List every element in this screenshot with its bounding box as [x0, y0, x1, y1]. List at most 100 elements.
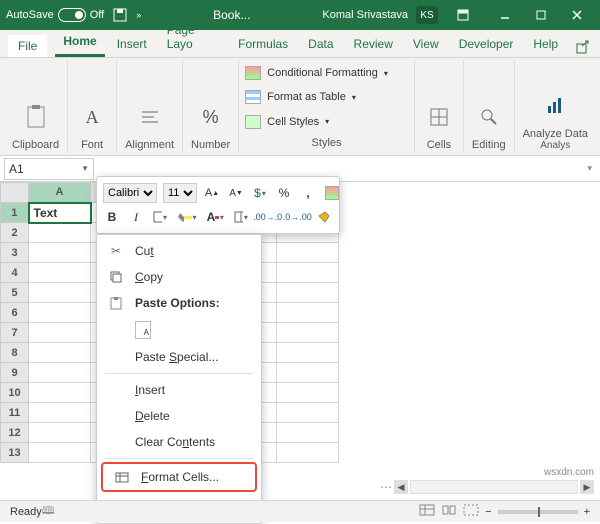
bold-button[interactable]: B	[103, 207, 121, 227]
scroll-track[interactable]	[410, 480, 578, 494]
tab-formulas[interactable]: Formulas	[230, 33, 296, 57]
menu-format-cells[interactable]: Format Cells...	[101, 462, 257, 492]
cell[interactable]	[277, 363, 339, 383]
cell[interactable]	[29, 323, 91, 343]
cell[interactable]	[29, 443, 91, 463]
format-painter-icon[interactable]	[315, 207, 333, 227]
group-cells[interactable]: Cells	[415, 60, 464, 153]
cell[interactable]	[29, 283, 91, 303]
group-alignment[interactable]: Alignment	[117, 60, 183, 153]
tab-home[interactable]: Home	[55, 30, 104, 57]
menu-insert[interactable]: Insert	[97, 377, 261, 403]
cell[interactable]	[29, 423, 91, 443]
row-header-6[interactable]: 6	[1, 303, 29, 323]
format-as-table-button[interactable]: Format as Table▾	[245, 88, 408, 106]
group-font[interactable]: A Font	[68, 60, 117, 153]
cell[interactable]	[29, 263, 91, 283]
formula-bar-expand[interactable]: ▾	[579, 163, 600, 174]
cell[interactable]	[29, 303, 91, 323]
row-header-5[interactable]: 5	[1, 283, 29, 303]
cell[interactable]	[277, 303, 339, 323]
view-page-break-icon[interactable]	[463, 504, 479, 519]
cell[interactable]	[277, 383, 339, 403]
row-header-10[interactable]: 10	[1, 383, 29, 403]
row-header-1[interactable]: 1	[1, 203, 29, 223]
tab-developer[interactable]: Developer	[451, 33, 522, 57]
row-header-7[interactable]: 7	[1, 323, 29, 343]
row-header-3[interactable]: 3	[1, 243, 29, 263]
row-header-11[interactable]: 11	[1, 403, 29, 423]
view-page-layout-icon[interactable]	[441, 504, 457, 519]
tab-view[interactable]: View	[405, 33, 447, 57]
zoom-in-icon[interactable]: +	[584, 506, 590, 518]
conditional-format-mini-icon[interactable]	[323, 183, 341, 203]
row-header-13[interactable]: 13	[1, 443, 29, 463]
font-size-picker[interactable]: 11	[163, 183, 197, 203]
tab-file[interactable]: File	[8, 35, 47, 57]
row-header-2[interactable]: 2	[1, 223, 29, 243]
tab-data[interactable]: Data	[300, 33, 341, 57]
cell[interactable]	[29, 383, 91, 403]
tab-help[interactable]: Help	[525, 33, 566, 57]
sheet-nav-dots[interactable]: ⋯	[380, 480, 392, 494]
cell[interactable]	[277, 343, 339, 363]
cell[interactable]	[29, 343, 91, 363]
group-clipboard[interactable]: Clipboard	[4, 60, 68, 153]
font-color-icon[interactable]: A	[205, 207, 226, 227]
cell[interactable]	[277, 403, 339, 423]
cell[interactable]	[29, 243, 91, 263]
menu-paste-special[interactable]: Paste Special...	[97, 344, 261, 370]
menu-copy[interactable]: Copy	[97, 264, 261, 290]
cell[interactable]	[29, 223, 91, 243]
tab-insert[interactable]: Insert	[109, 33, 155, 57]
save-icon[interactable]	[112, 7, 128, 23]
user-avatar[interactable]: KS	[416, 6, 438, 24]
accounting-format-icon[interactable]: $	[251, 183, 269, 203]
scroll-left-icon[interactable]: ◀	[394, 480, 408, 494]
qat-overflow[interactable]: »	[136, 10, 141, 20]
comma-format-icon[interactable]: ,	[299, 183, 317, 203]
tab-review[interactable]: Review	[346, 33, 401, 57]
close-button[interactable]	[560, 2, 594, 28]
col-header-a[interactable]: A	[29, 183, 91, 203]
merge-icon[interactable]	[232, 207, 250, 227]
group-analyze[interactable]: Analyze Data Analys	[515, 60, 596, 153]
scroll-right-icon[interactable]: ▶	[580, 480, 594, 494]
cell[interactable]	[29, 403, 91, 423]
minimize-button[interactable]	[488, 2, 522, 28]
group-editing[interactable]: Editing	[464, 60, 515, 153]
percent-format-icon[interactable]: %	[275, 183, 293, 203]
fill-color-icon[interactable]	[175, 207, 199, 227]
autosave-toggle[interactable]: AutoSave Off	[6, 8, 104, 22]
cell-a1[interactable]: Text	[29, 203, 91, 223]
menu-cut[interactable]: ✂ Cut	[97, 238, 261, 264]
row-header-8[interactable]: 8	[1, 343, 29, 363]
conditional-formatting-button[interactable]: Conditional Formatting▾	[245, 64, 408, 82]
cell[interactable]	[277, 323, 339, 343]
row-header-4[interactable]: 4	[1, 263, 29, 283]
ribbon-display-options[interactable]	[446, 2, 480, 28]
cell[interactable]	[277, 243, 339, 263]
maximize-button[interactable]	[524, 2, 558, 28]
italic-button[interactable]: I	[127, 207, 145, 227]
increase-font-icon[interactable]: A▲	[203, 183, 221, 203]
select-all-corner[interactable]	[1, 183, 29, 203]
cell[interactable]	[277, 443, 339, 463]
row-header-12[interactable]: 12	[1, 423, 29, 443]
group-number[interactable]: % Number	[183, 60, 239, 153]
accessibility-icon[interactable]: 🕮	[42, 502, 55, 521]
cell[interactable]	[277, 283, 339, 303]
decrease-font-icon[interactable]: A▼	[227, 183, 245, 203]
decrease-decimal-icon[interactable]: .00→.0	[256, 207, 280, 227]
cell-styles-button[interactable]: Cell Styles▾	[245, 113, 408, 131]
cell[interactable]	[277, 423, 339, 443]
view-normal-icon[interactable]	[419, 504, 435, 519]
name-box[interactable]: A1 ▼	[4, 158, 94, 180]
share-icon[interactable]	[574, 37, 592, 57]
font-picker[interactable]: Calibri	[103, 183, 157, 203]
increase-decimal-icon[interactable]: .0→.00	[285, 207, 309, 227]
horizontal-scrollbar[interactable]: ⋯ ◀ ▶	[380, 480, 594, 494]
zoom-out-icon[interactable]: −	[485, 506, 491, 518]
row-header-9[interactable]: 9	[1, 363, 29, 383]
cell[interactable]	[29, 363, 91, 383]
